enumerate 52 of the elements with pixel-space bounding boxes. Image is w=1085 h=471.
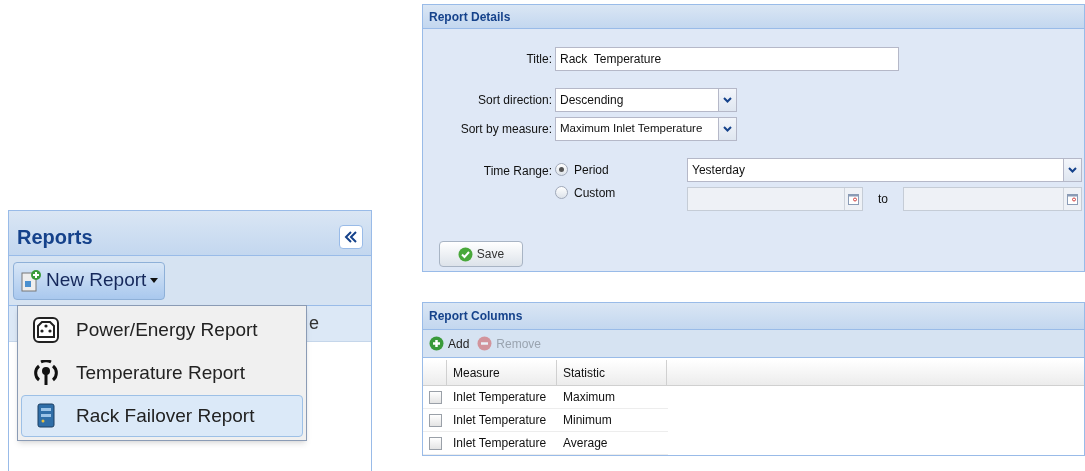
panel-title: Report Columns: [429, 308, 523, 325]
collapse-button[interactable]: [339, 225, 363, 249]
double-chevron-left-icon: [344, 231, 358, 243]
add-icon: [429, 336, 444, 351]
panel-title: Report Details: [429, 8, 511, 26]
chevron-down-icon: [723, 126, 732, 132]
dropdown-trigger[interactable]: [1063, 159, 1081, 181]
radio-button[interactable]: [555, 163, 568, 176]
table-cell-text: Inlet Temperature: [452, 435, 548, 452]
new-report-button[interactable]: New Report: [13, 261, 166, 300]
field-label: Sort direction:: [476, 92, 553, 109]
remove-icon: [477, 336, 493, 351]
dropdown-trigger[interactable]: [718, 89, 736, 111]
calendar-icon: [848, 193, 859, 205]
radio-option[interactable]: Period: [555, 161, 687, 178]
panel-title: Reports: [17, 225, 93, 250]
chevron-down-icon: [1068, 167, 1077, 173]
title-field[interactable]: Rack Temperature: [555, 47, 899, 71]
radio-button[interactable]: [555, 186, 568, 199]
add-button[interactable]: Add: [429, 334, 470, 353]
table-cell-text: Inlet Temperature: [452, 412, 548, 429]
row-checkbox[interactable]: [428, 436, 442, 450]
field-label: Title:: [525, 51, 553, 68]
sort-measure-dropdown[interactable]: Maximum Inlet Temperature: [555, 117, 737, 141]
table-cell-text: Maximum: [562, 389, 616, 406]
column-header: e: [309, 312, 319, 335]
power-outlet-icon: [33, 317, 59, 343]
report-add-icon: [20, 268, 42, 293]
save-button[interactable]: Save: [439, 241, 523, 267]
field-label: Sort by measure:: [459, 121, 553, 138]
table-cell-text: Inlet Temperature: [452, 389, 548, 406]
row-checkbox[interactable]: [428, 413, 442, 427]
row-checkbox[interactable]: [428, 390, 442, 404]
table-cell-text: Average: [562, 435, 609, 452]
caret-icon: [150, 278, 159, 283]
sort-direction-dropdown[interactable]: Descending: [555, 88, 737, 112]
to-label: to: [877, 191, 889, 208]
radio-option[interactable]: Custom: [555, 184, 687, 201]
column-header[interactable]: Statistic: [557, 360, 667, 385]
menu-item[interactable]: Temperature Report: [21, 352, 303, 394]
checkmark-icon: [457, 246, 473, 262]
menu-item[interactable]: Rack Failover Report: [21, 395, 303, 437]
chevron-down-icon: [723, 97, 732, 103]
column-header[interactable]: Measure: [447, 360, 557, 385]
sensor-icon: [33, 360, 59, 386]
rack-icon: [35, 403, 57, 429]
calendar-icon: [1067, 193, 1078, 205]
menu-item[interactable]: Power/Energy Report: [21, 309, 303, 351]
field-label: Time Range:: [482, 163, 553, 180]
table-cell-text: Minimum: [562, 412, 613, 429]
period-dropdown[interactable]: Yesterday: [687, 158, 1082, 182]
dropdown-trigger[interactable]: [718, 118, 736, 140]
